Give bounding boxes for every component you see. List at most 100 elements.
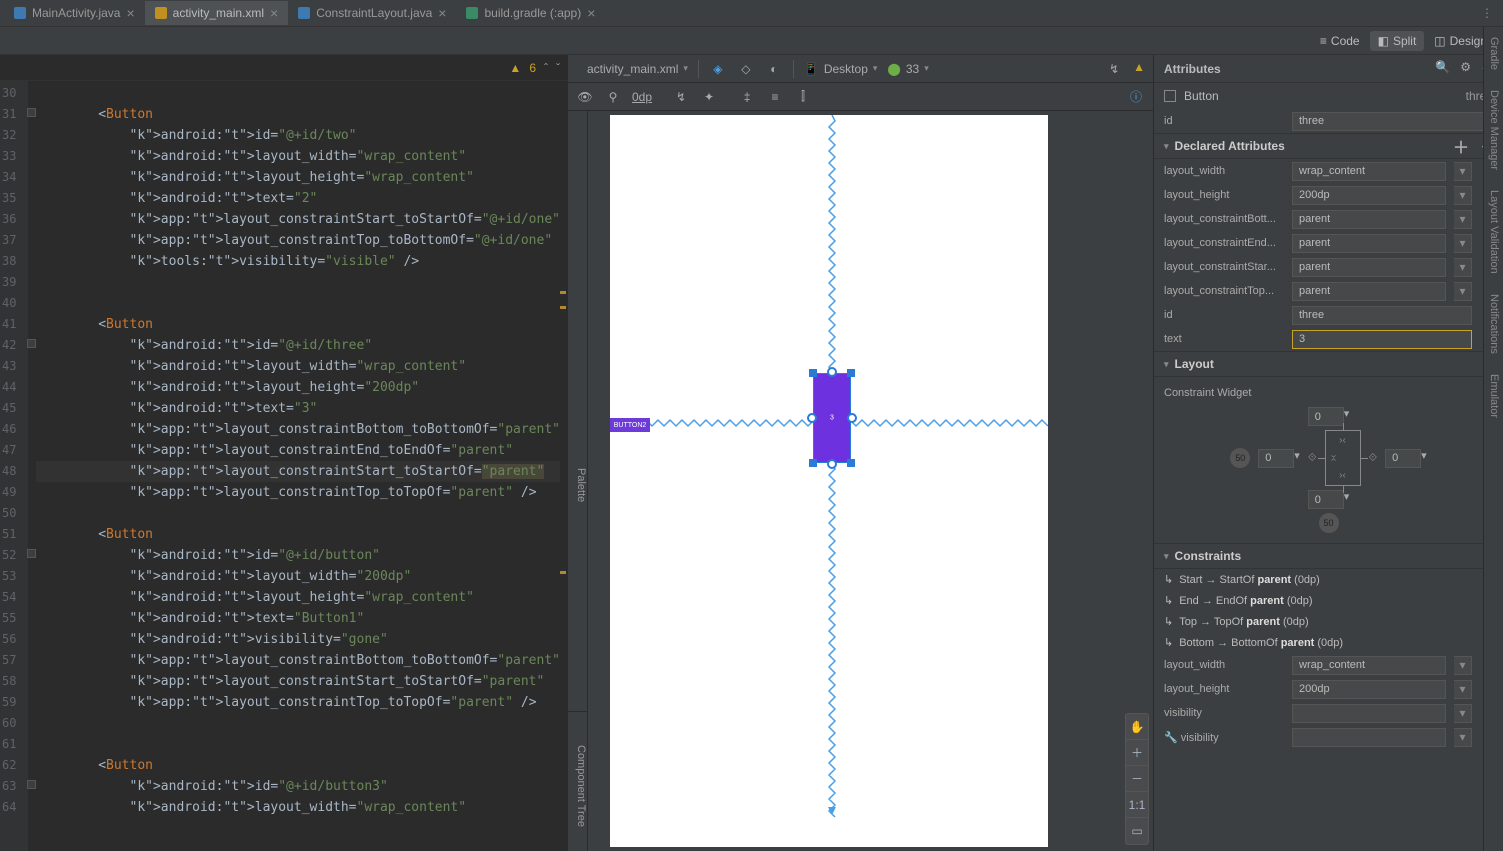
warning-icon[interactable]: ▲ [509,61,521,75]
dropdown-icon[interactable]: ▾ [1454,258,1472,277]
warning-count: 6 [529,61,536,75]
component-type: Button [1184,89,1219,103]
tool-notifications[interactable]: Notifications [1484,284,1503,364]
code-editor[interactable]: ▲ 6 ˆ ˇ 30313233343536373839404142434445… [0,55,568,851]
pan-icon[interactable]: ✋ [1126,714,1148,740]
bias-v[interactable]: 50 [1319,513,1339,533]
dropdown-icon[interactable]: ▾ [1454,162,1472,181]
margin-bottom-field[interactable]: 0 [1308,490,1344,509]
close-icon[interactable]: × [270,5,278,21]
align-icon[interactable]: ≡ [766,88,784,106]
file-dropdown[interactable]: activity_main.xml▾ [587,62,688,76]
line-gutter[interactable]: 3031323334353637383940414243444546474849… [0,81,22,851]
component-tree-vert[interactable]: Component Tree [568,711,588,851]
design-warning-icon[interactable]: ▲ [1133,60,1145,78]
margin-top-field[interactable]: 0 [1308,407,1344,426]
view-split[interactable]: ◧Split [1370,31,1425,51]
distribute-icon[interactable]: ⫿ [794,88,812,106]
file-icon [466,7,478,19]
right-toolwindows: Gradle Device Manager Layout Validation … [1483,27,1503,851]
locale-icon[interactable]: ↯ [1105,60,1123,78]
dropdown-icon[interactable]: ▾ [1454,704,1472,723]
tool-layout-validation[interactable]: Layout Validation [1484,180,1503,284]
default-margin[interactable]: 0dp [632,90,652,104]
dropdown-icon[interactable]: ▾ [1454,234,1472,253]
dropdown-icon[interactable]: ▾ [1454,656,1472,675]
file-icon [298,7,310,19]
id-field[interactable]: three [1292,112,1493,131]
margin-right-field[interactable]: 0 [1385,449,1421,468]
constraint-box[interactable]: ›‹ ›‹ ›‹ [1325,430,1361,486]
dropdown-icon[interactable]: ▾ [1454,680,1472,699]
attr-visibility[interactable] [1292,728,1446,747]
constraint-item[interactable]: ↳End → EndOf parent (0dp) [1154,590,1503,611]
device-dropdown[interactable]: 📱Desktop▾ [804,62,878,76]
code-area[interactable]: <Button "k">android:"t">id="@+id/two" "k… [28,81,568,851]
bias-h[interactable]: 50 [1230,448,1250,468]
constraint-icon: ↳ [1164,636,1173,649]
visibility-icon[interactable]: 👁 [576,88,594,106]
margin-left-field[interactable]: 0 [1258,449,1294,468]
dropdown-icon[interactable]: ▾ [1454,728,1472,747]
view-code[interactable]: ≡Code [1312,31,1368,51]
close-icon[interactable]: × [438,5,446,21]
constraint-icon: ↳ [1164,615,1173,628]
layers-icon[interactable]: ◈ [709,60,727,78]
tab-MainActivity-java[interactable]: MainActivity.java× [4,1,145,25]
more-icon[interactable]: ⋮ [1481,6,1503,20]
tool-device-manager[interactable]: Device Manager [1484,80,1503,180]
tab-ConstraintLayout-java[interactable]: ConstraintLayout.java× [288,1,456,25]
constraint-item[interactable]: ↳Start → StartOf parent (0dp) [1154,569,1503,590]
layout-section[interactable]: ▾Layout [1154,351,1503,377]
zoom-in-icon[interactable]: ＋ [1126,740,1148,766]
constraint-item[interactable]: ↳Top → TopOf parent (0dp) [1154,611,1503,632]
attr-layout_constraintBott...[interactable]: parent [1292,210,1446,229]
dropdown-icon[interactable]: ▾ [1454,186,1472,205]
clear-icon[interactable]: ↯ [672,88,690,106]
theme-icon[interactable]: ◐ [765,60,783,78]
zoom-frame-icon[interactable]: ▭ [1126,818,1148,844]
preview-button2[interactable]: BUTTON2 [610,418,650,432]
constraints-section[interactable]: ▾Constraints [1154,543,1503,569]
close-icon[interactable]: × [126,5,134,21]
info-icon[interactable]: ⓘ [1127,88,1145,106]
gear-icon[interactable]: ⚙ [1460,60,1471,77]
attr-layout_constraintTop...[interactable]: parent [1292,282,1446,301]
component-icon [1164,90,1176,102]
tool-gradle[interactable]: Gradle [1484,27,1503,80]
attr-layout_constraintEnd...[interactable]: parent [1292,234,1446,253]
constraint-item[interactable]: ↳Bottom → BottomOf parent (0dp) [1154,632,1503,653]
add-attr-icon[interactable]: ＋ [1453,134,1469,158]
blueprint-icon[interactable]: ◇ [737,60,755,78]
next-highlight-icon[interactable]: ˇ [556,61,560,75]
attr-visibility[interactable] [1292,704,1446,723]
close-icon[interactable]: × [587,5,595,21]
zoom-fit[interactable]: 1:1 [1126,792,1148,818]
prev-highlight-icon[interactable]: ˆ [544,61,548,75]
tab-build-gradle-app-[interactable]: build.gradle (:app)× [456,1,605,25]
attr-id[interactable]: three [1292,306,1472,325]
search-icon[interactable]: 🔍 [1435,60,1450,77]
attributes-panel: Attributes 🔍 ⚙ － Button three id three ▾… [1153,55,1503,851]
selected-view[interactable]: 3 [813,373,851,463]
tab-activity_main-xml[interactable]: activity_main.xml× [145,1,289,25]
attr-text[interactable]: 3 [1292,330,1472,349]
attr-layout_constraintStar...[interactable]: parent [1292,258,1446,277]
guideline-icon[interactable]: ‡ [738,88,756,106]
attr-layout_height[interactable]: 200dp [1292,186,1446,205]
wand-icon[interactable]: ✦ [700,88,718,106]
dropdown-icon[interactable]: ▾ [1454,210,1472,229]
dropdown-icon[interactable]: ▾ [1454,282,1472,301]
file-icon [14,7,26,19]
attr-layout_width[interactable]: wrap_content [1292,162,1446,181]
declared-section[interactable]: ▾Declared Attributes ＋ － [1154,133,1503,159]
zoom-out-icon[interactable]: － [1126,766,1148,792]
attr-layout_height[interactable]: 200dp [1292,680,1446,699]
magnet-icon[interactable]: ⚲ [604,88,622,106]
zoom-controls: ✋ ＋ － 1:1 ▭ [1125,713,1149,845]
tool-emulator[interactable]: Emulator [1484,364,1503,428]
attr-layout_width[interactable]: wrap_content [1292,656,1446,675]
api-dropdown[interactable]: ⬤33▾ [887,62,928,76]
constraint-icon: ↳ [1164,594,1173,607]
design-pane: activity_main.xml▾ ◈ ◇ ◐ 📱Desktop▾ ⬤33▾ … [568,55,1153,851]
